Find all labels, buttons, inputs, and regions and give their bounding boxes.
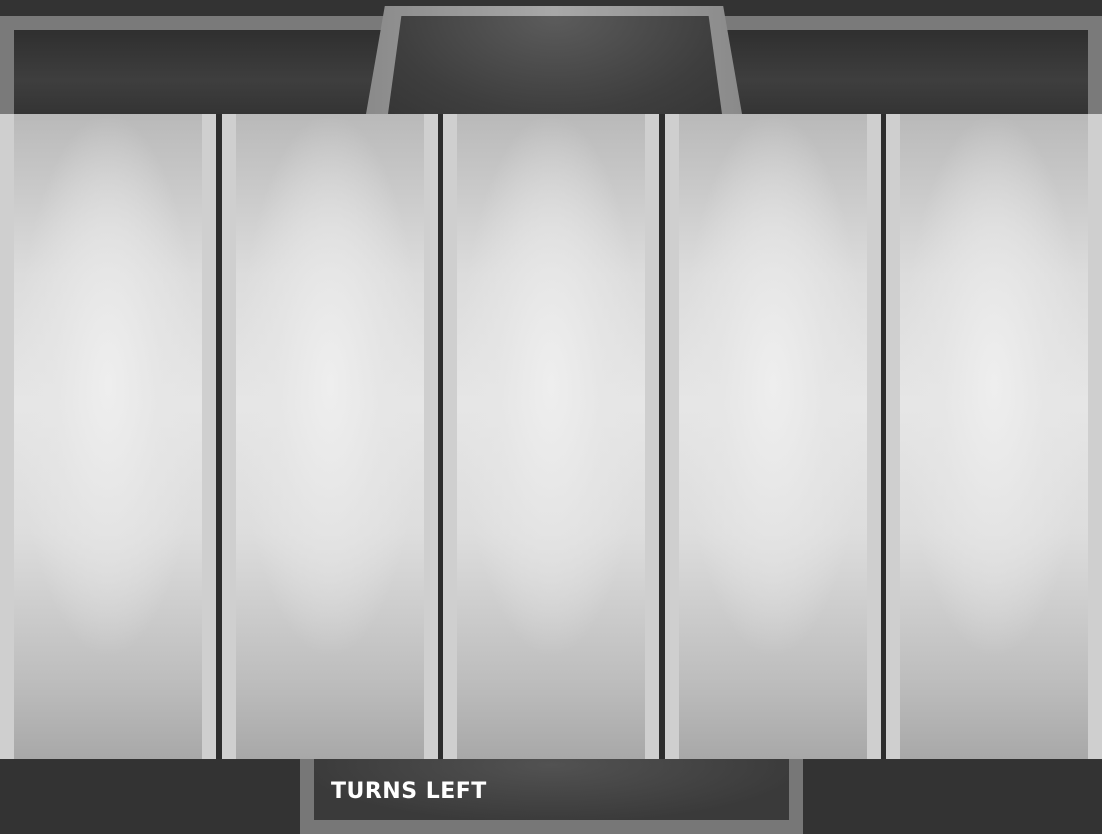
reel-1[interactable] xyxy=(0,114,216,759)
top-right-panel xyxy=(724,30,1088,114)
top-left-panel xyxy=(14,30,386,114)
reel-2[interactable] xyxy=(222,114,438,759)
reel-4-face xyxy=(679,114,867,759)
reel-5[interactable] xyxy=(886,114,1102,759)
reel-1-face xyxy=(14,114,202,759)
reel-4[interactable] xyxy=(665,114,881,759)
reel-2-face xyxy=(236,114,424,759)
turns-left-label: TURNS LEFT xyxy=(331,779,487,804)
reel-3[interactable] xyxy=(443,114,659,759)
center-tab xyxy=(388,16,722,114)
reel-5-face xyxy=(900,114,1088,759)
reel-area xyxy=(0,114,1102,759)
reel-3-face xyxy=(457,114,645,759)
